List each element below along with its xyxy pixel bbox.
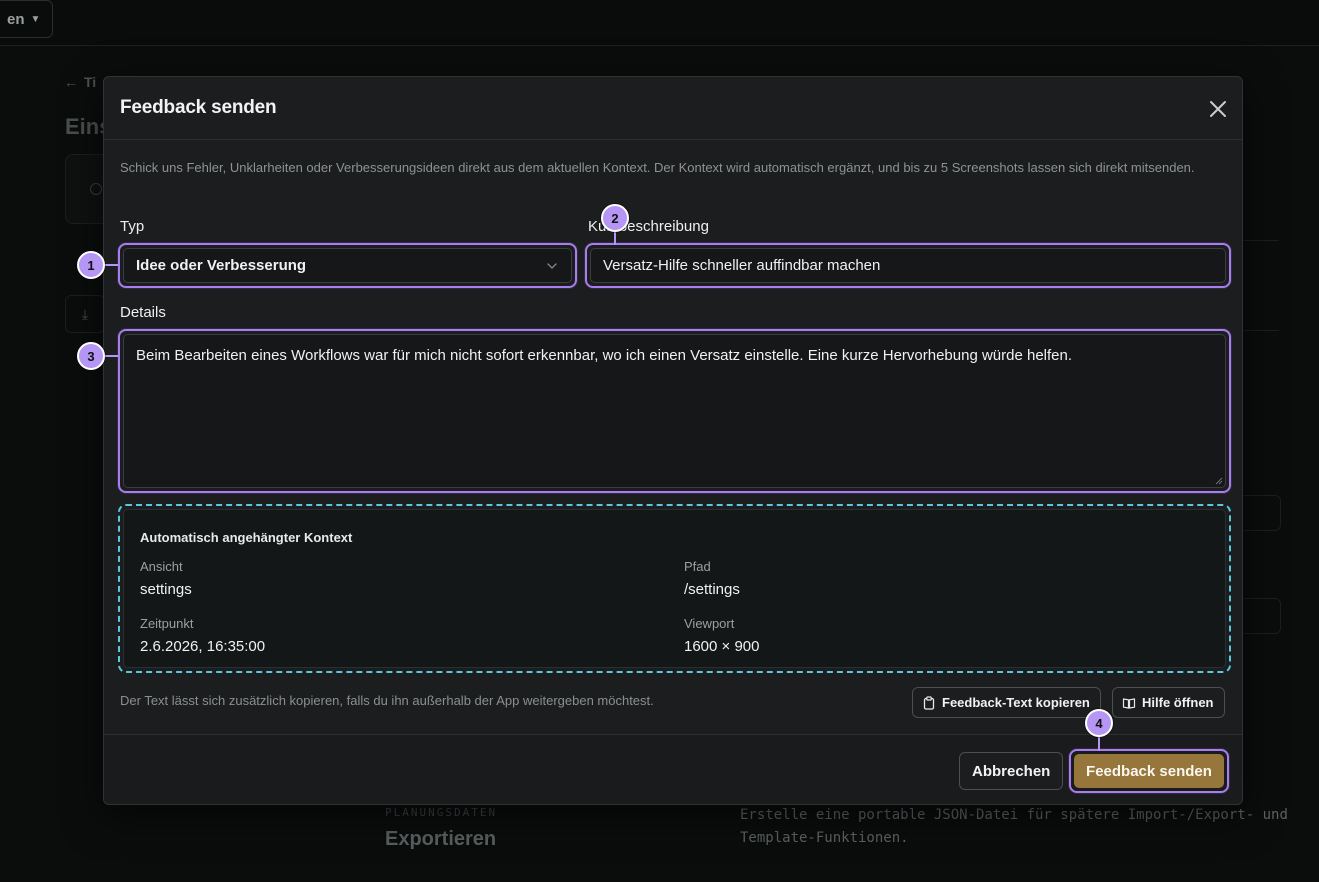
dialog-title: Feedback senden	[120, 97, 277, 118]
feedback-dialog: Feedback senden Schick uns Fehler, Unkla…	[103, 76, 1243, 805]
close-icon	[1210, 101, 1226, 117]
summary-input[interactable]: Versatz-Hilfe schneller auffindbar mache…	[585, 243, 1231, 288]
resize-grip-icon[interactable]	[1213, 475, 1223, 485]
viewport-label: Viewport	[684, 616, 735, 631]
menu-button[interactable]: en ▼	[0, 0, 54, 38]
type-select-value: Idee oder Verbesserung	[136, 257, 307, 274]
chevron-down-icon	[547, 262, 557, 269]
step-marker-1: 1	[77, 251, 105, 279]
marker-connector	[1098, 735, 1100, 751]
details-textarea-value: Beim Bearbeiten eines Workflows war für …	[136, 347, 1073, 364]
step-marker-3: 3	[77, 342, 105, 370]
copy-note: Der Text lässt sich zusätzlich kopieren,…	[120, 693, 654, 708]
path-label: Pfad	[684, 559, 711, 574]
user-icon	[90, 183, 102, 195]
context-title: Automatisch angehängter Kontext	[140, 530, 353, 545]
step-marker-2: 2	[601, 204, 629, 232]
section-label: PLANUNGSDATEN	[385, 806, 498, 819]
help-button-label: Hilfe öffnen	[1142, 695, 1214, 710]
time-value: 2.6.2026, 16:35:00	[140, 638, 266, 655]
book-icon	[1122, 697, 1136, 709]
dialog-intro: Schick uns Fehler, Unklarheiten oder Ver…	[120, 160, 1195, 175]
download-button[interactable]: ⤓	[65, 295, 105, 333]
help-button[interactable]: Hilfe öffnen	[1112, 687, 1225, 718]
context-panel: Automatisch angehängter Kontext Ansicht …	[118, 504, 1231, 673]
time-label: Zeitpunkt	[140, 616, 194, 631]
caret-down-icon: ▼	[30, 13, 41, 25]
send-feedback-label: Feedback senden	[1074, 754, 1224, 788]
arrow-left-icon: ←	[64, 74, 78, 90]
copy-feedback-label: Feedback-Text kopieren	[942, 695, 1090, 710]
dialog-header: Feedback senden	[104, 77, 1242, 140]
details-label: Details	[120, 304, 166, 321]
top-bar: en ▼	[0, 0, 1319, 46]
view-label: Ansicht	[140, 559, 183, 574]
dialog-footer: Abbrechen Feedback senden	[104, 734, 1242, 804]
marker-connector	[104, 355, 118, 357]
step-marker-4: 4	[1085, 709, 1113, 737]
copy-feedback-button[interactable]: Feedback-Text kopieren	[912, 687, 1101, 718]
section-title: Exportieren	[385, 828, 497, 850]
path-value: /settings	[684, 581, 740, 598]
back-link[interactable]: ← Ti	[64, 74, 96, 90]
marker-connector	[614, 230, 616, 245]
background-field	[1243, 598, 1281, 634]
details-textarea[interactable]: Beim Bearbeiten eines Workflows war für …	[118, 329, 1231, 493]
marker-connector	[104, 264, 118, 266]
background-field	[1243, 495, 1281, 531]
close-button[interactable]	[1206, 97, 1230, 121]
send-feedback-button[interactable]: Feedback senden	[1069, 749, 1229, 793]
download-icon: ⤓	[81, 305, 89, 322]
back-link-label: Ti	[84, 74, 97, 90]
section-description: Erstelle eine portable JSON-Datei für sp…	[740, 807, 1288, 846]
view-value: settings	[140, 581, 192, 598]
menu-button-label: en	[7, 10, 25, 28]
divider	[1243, 330, 1279, 331]
type-select[interactable]: Idee oder Verbesserung	[118, 243, 577, 288]
type-label: Typ	[120, 218, 145, 235]
viewport-value: 1600 × 900	[684, 638, 760, 655]
clipboard-icon	[923, 695, 935, 710]
summary-input-value: Versatz-Hilfe schneller auffindbar mache…	[590, 248, 1226, 283]
cancel-button[interactable]: Abbrechen	[959, 752, 1064, 790]
divider	[1243, 240, 1279, 241]
